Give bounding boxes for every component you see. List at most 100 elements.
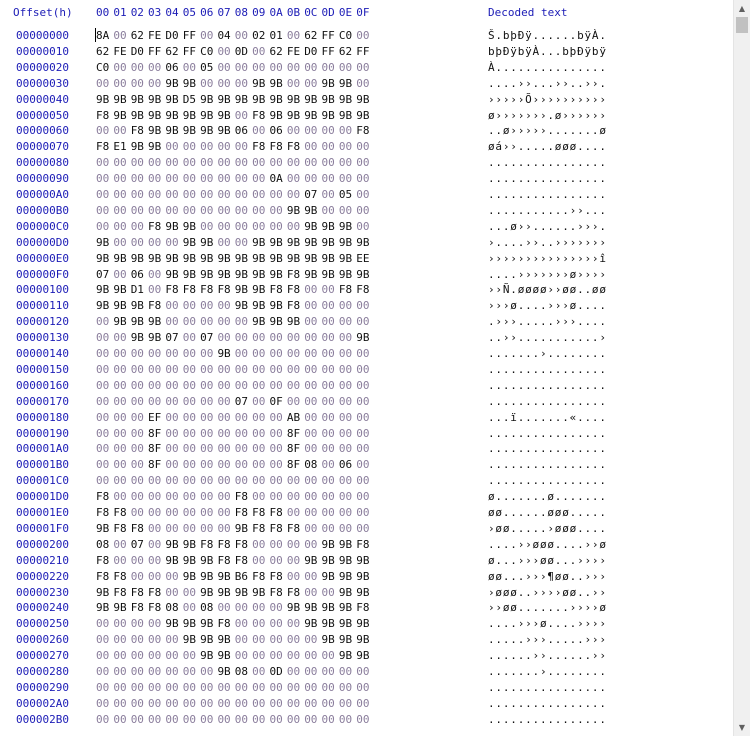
hex-row[interactable]: 00000130 00 00 9B 9B 07 00 07 00 00 00 00 00 00 00 00 9B… xyxy=(0,329,733,345)
hex-byte[interactable]: 00 xyxy=(96,427,109,440)
hex-byte[interactable]: 00 xyxy=(131,236,144,249)
hex-byte[interactable]: 00 xyxy=(165,474,178,487)
hex-byte[interactable]: 00 xyxy=(252,156,265,169)
row-decoded-text[interactable]: ø...›››øø...›››› xyxy=(488,554,607,567)
hex-byte[interactable]: 00 xyxy=(304,411,317,424)
hex-byte[interactable]: 9B xyxy=(131,140,144,153)
hex-byte[interactable]: 00 xyxy=(304,140,317,153)
hex-byte[interactable]: 9B xyxy=(200,124,213,137)
hex-byte[interactable]: 00 xyxy=(270,713,283,726)
hex-byte[interactable]: FF xyxy=(148,45,161,58)
hex-byte[interactable]: 00 xyxy=(235,697,248,710)
hex-byte[interactable]: F8 xyxy=(131,586,144,599)
hex-row[interactable]: 000000C0 00 00 00 F8 9B 9B 00 00 00 00 00 00 9B 9B 9B 00… xyxy=(0,218,733,234)
hex-byte[interactable]: F8 xyxy=(217,617,230,630)
hex-byte[interactable]: 00 xyxy=(165,665,178,678)
hex-byte[interactable]: E1 xyxy=(113,140,126,153)
hex-byte[interactable]: 00 xyxy=(200,442,213,455)
hex-byte[interactable]: 9B xyxy=(356,649,369,662)
hex-byte[interactable]: 9B xyxy=(183,633,196,646)
hex-byte[interactable]: 9B xyxy=(356,268,369,281)
hex-byte[interactable]: 00 xyxy=(304,442,317,455)
hex-byte[interactable]: F8 xyxy=(270,570,283,583)
hex-byte[interactable]: 9B xyxy=(322,268,335,281)
hex-byte[interactable]: 9B xyxy=(339,633,352,646)
hex-byte[interactable]: 00 xyxy=(252,554,265,567)
hex-byte[interactable]: 00 xyxy=(148,61,161,74)
hex-byte[interactable]: 00 xyxy=(287,538,300,551)
hex-byte[interactable]: 9B xyxy=(304,617,317,630)
hex-byte[interactable]: 9B xyxy=(217,347,230,360)
hex-byte[interactable]: 9B xyxy=(322,554,335,567)
hex-byte[interactable]: 00 xyxy=(235,363,248,376)
hex-byte[interactable]: 00 xyxy=(165,188,178,201)
hex-byte[interactable]: 9B xyxy=(322,77,335,90)
hex-byte[interactable]: 9B xyxy=(304,268,317,281)
hex-byte[interactable]: 00 xyxy=(96,633,109,646)
hex-byte[interactable]: 00 xyxy=(165,411,178,424)
hex-byte[interactable]: 00 xyxy=(322,411,335,424)
hex-byte[interactable]: 00 xyxy=(235,681,248,694)
hex-byte[interactable]: 00 xyxy=(270,458,283,471)
hex-byte[interactable]: 9B xyxy=(183,77,196,90)
row-decoded-text[interactable]: ....›››››››ø›››› xyxy=(488,268,607,281)
hex-byte[interactable]: 00 xyxy=(96,156,109,169)
hex-byte[interactable]: 00 xyxy=(304,172,317,185)
hex-byte[interactable]: 00 xyxy=(252,538,265,551)
hex-byte[interactable]: 07 xyxy=(131,538,144,551)
hex-byte[interactable]: 9B xyxy=(252,586,265,599)
hex-byte[interactable]: 00 xyxy=(270,204,283,217)
hex-byte[interactable]: 00 xyxy=(356,506,369,519)
row-decoded-text[interactable]: ................ xyxy=(488,379,607,392)
hex-byte[interactable]: F8 xyxy=(252,570,265,583)
hex-byte[interactable]: F8 xyxy=(339,283,352,296)
hex-byte[interactable]: 9B xyxy=(217,268,230,281)
hex-byte[interactable]: 9B xyxy=(148,109,161,122)
hex-byte[interactable]: 00 xyxy=(113,347,126,360)
hex-byte[interactable]: 9B xyxy=(287,601,300,614)
hex-byte[interactable]: 00 xyxy=(131,379,144,392)
hex-byte[interactable]: 00 xyxy=(217,427,230,440)
hex-byte[interactable]: 00 xyxy=(235,347,248,360)
hex-byte[interactable]: 00 xyxy=(252,220,265,233)
hex-byte[interactable]: D1 xyxy=(131,283,144,296)
hex-byte[interactable]: 9B xyxy=(322,252,335,265)
hex-byte[interactable]: 00 xyxy=(217,522,230,535)
hex-byte[interactable]: 9B xyxy=(200,109,213,122)
hex-byte[interactable]: 00 xyxy=(270,554,283,567)
hex-byte[interactable]: 00 xyxy=(356,458,369,471)
hex-byte[interactable]: 00 xyxy=(287,220,300,233)
hex-byte[interactable]: 00 xyxy=(96,697,109,710)
hex-byte[interactable]: 9B xyxy=(200,268,213,281)
hex-byte[interactable]: F8 xyxy=(96,109,109,122)
hex-byte[interactable]: F8 xyxy=(148,220,161,233)
hex-byte[interactable]: 00 xyxy=(217,411,230,424)
hex-byte[interactable]: 9B xyxy=(356,331,369,344)
hex-byte[interactable]: 06 xyxy=(339,458,352,471)
hex-byte[interactable]: 9B xyxy=(217,633,230,646)
hex-byte[interactable]: 00 xyxy=(113,236,126,249)
hex-row[interactable]: 00000000 8A 00 62 FE D0 FF 00 04 00 02 01 00 62 FF C0 00… xyxy=(0,27,733,43)
hex-byte[interactable]: 00 xyxy=(322,713,335,726)
hex-byte[interactable]: 02 xyxy=(252,29,265,42)
hex-byte[interactable]: 00 xyxy=(165,697,178,710)
hex-byte[interactable]: 9B xyxy=(356,570,369,583)
hex-byte[interactable]: FE xyxy=(287,45,300,58)
hex-byte[interactable]: C0 xyxy=(339,29,352,42)
hex-byte[interactable]: 00 xyxy=(148,506,161,519)
hex-byte[interactable]: 9B xyxy=(183,252,196,265)
row-decoded-text[interactable]: ................ xyxy=(488,172,607,185)
hex-byte[interactable]: 00 xyxy=(148,236,161,249)
hex-byte[interactable]: 00 xyxy=(96,458,109,471)
hex-byte[interactable]: 00 xyxy=(322,140,335,153)
hex-byte[interactable]: 00 xyxy=(270,681,283,694)
hex-byte[interactable]: 9B xyxy=(96,283,109,296)
hex-byte[interactable]: 9B xyxy=(356,554,369,567)
hex-byte[interactable]: 00 xyxy=(235,172,248,185)
hex-byte[interactable]: 00 xyxy=(270,601,283,614)
hex-byte[interactable]: 00 xyxy=(183,315,196,328)
hex-byte[interactable]: B6 xyxy=(235,570,248,583)
hex-byte[interactable]: 00 xyxy=(304,315,317,328)
row-decoded-text[interactable]: Š.bþÐÿ......bÿÀ. xyxy=(488,29,607,42)
hex-byte[interactable]: 00 xyxy=(339,697,352,710)
